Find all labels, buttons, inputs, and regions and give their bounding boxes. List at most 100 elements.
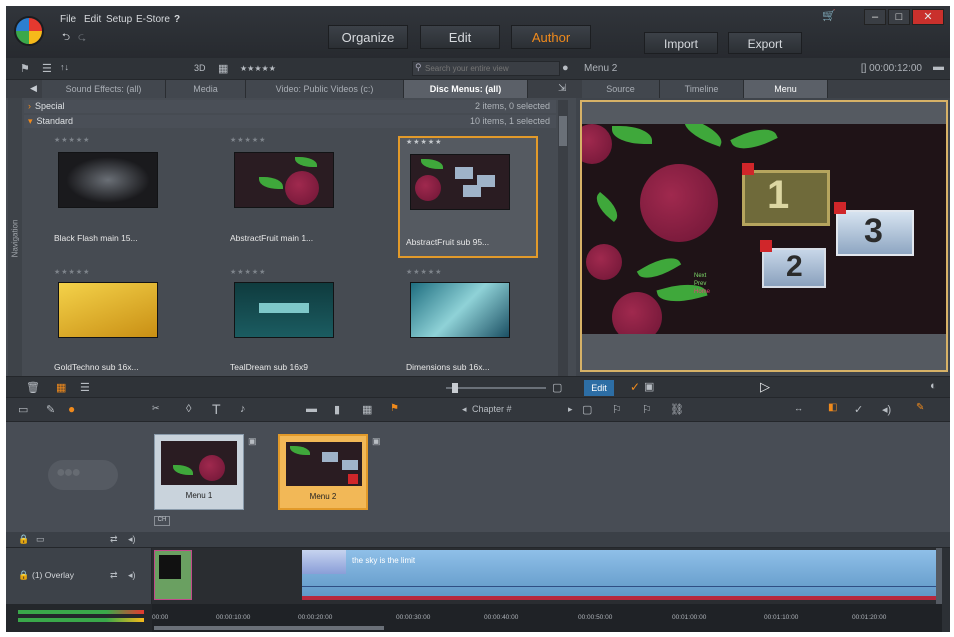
chapter-add-icon[interactable]: ⚐ (612, 403, 622, 416)
tab-media[interactable]: Media (166, 80, 246, 98)
minimize-button[interactable]: – (864, 9, 886, 25)
safe-area-icon[interactable]: ▣ (644, 380, 654, 393)
tab-source[interactable]: Source (582, 80, 660, 98)
wand-icon[interactable]: ✎ (916, 402, 924, 413)
flag-icon[interactable]: ⚑ (390, 403, 399, 414)
menu-button-1[interactable]: 1 (742, 163, 830, 226)
tool-icon[interactable]: ✎ (46, 403, 55, 416)
tab-expand-icon[interactable]: ⇲ (558, 83, 566, 94)
menu-marker[interactable]: CH (154, 516, 170, 526)
details-view-icon[interactable]: ☰ (80, 381, 90, 394)
track-lock-icon[interactable]: 🔒 (18, 570, 29, 581)
group-standard[interactable]: ▾ Standard 10 items, 1 selected (24, 115, 556, 128)
maximize-button[interactable]: □ (888, 9, 910, 25)
list-view-icon[interactable]: ☰ (42, 62, 52, 75)
track-link-icon[interactable]: ⇄ (110, 534, 118, 545)
record-icon[interactable]: ● (68, 402, 75, 416)
library-item[interactable]: ★★★★★ Dimensions sub 16x... (398, 268, 538, 378)
edit-button[interactable]: Edit (420, 25, 500, 49)
thumbnail-view-icon[interactable]: ▦ (56, 381, 66, 394)
menu-canvas[interactable]: Next Prev Home 1 2 3 (582, 124, 946, 334)
menu-button-3[interactable]: 3 (834, 202, 914, 256)
item-rating[interactable]: ★★★★★ (406, 268, 442, 276)
library-item[interactable]: ★★★★★ AbstractFruit main 1... (222, 136, 362, 254)
menu-file[interactable]: File (60, 14, 76, 25)
tab-disc-menus[interactable]: Disc Menus: (all) (404, 80, 528, 98)
zoom-slider[interactable] (446, 383, 546, 393)
chapter-link-icon[interactable]: ⛓ (670, 403, 684, 416)
timeline-scrollbar[interactable] (154, 626, 384, 630)
library-scrollbar[interactable] (558, 100, 568, 376)
library-pin-icon[interactable]: ⚑ (20, 62, 30, 75)
previous-chapter-icon[interactable]: ◂ (462, 404, 467, 415)
edit-menu-button[interactable]: Edit (584, 380, 614, 396)
snapshot-icon[interactable]: ◐ (930, 380, 937, 392)
snap-icon[interactable]: ▦ (362, 403, 372, 416)
redo-icon[interactable]: ⮎ (78, 30, 86, 47)
clear-search-icon[interactable]: ● (562, 62, 569, 74)
marker-icon[interactable]: ◊ (186, 403, 191, 415)
sort-icon[interactable]: ↑↓ (60, 62, 69, 72)
tab-menu[interactable]: Menu (744, 80, 828, 98)
item-rating[interactable]: ★★★★★ (406, 138, 442, 146)
trash-icon[interactable]: 🗑 (26, 381, 40, 394)
title-icon[interactable]: T (212, 401, 221, 417)
audio-clip[interactable]: the sky is the limit (302, 550, 942, 600)
menu-button-2[interactable]: 2 (760, 240, 826, 288)
tab-video[interactable]: Video: Public Videos (c:) (246, 80, 404, 98)
organize-button[interactable]: Organize (328, 25, 408, 49)
chapter-remove-icon[interactable]: ⚐ (642, 403, 652, 416)
fullscreen-icon[interactable]: ▬ (933, 61, 944, 73)
tab-timeline[interactable]: Timeline (660, 80, 744, 98)
lock-icon[interactable]: 🔒 (18, 534, 29, 545)
undo-icon[interactable]: ⮌ (62, 30, 70, 47)
checkmark-icon[interactable]: ✓ (630, 380, 640, 394)
library-item[interactable]: ★★★★★ GoldTechno sub 16x... (46, 268, 186, 378)
clip-thumbnail[interactable] (154, 550, 192, 600)
speaker-icon[interactable]: ◂) (882, 403, 891, 416)
menu-setup[interactable]: Setup (106, 14, 132, 25)
trim-icon[interactable]: ▮ (334, 403, 340, 416)
item-rating[interactable]: ★★★★★ (54, 136, 90, 144)
tab-sound-effects[interactable]: Sound Effects: (all) (42, 80, 166, 98)
menu-card-2[interactable]: Menu 2 (278, 434, 368, 510)
play-icon[interactable]: ▷ (760, 379, 770, 395)
chapter-box-icon[interactable]: ▢ (582, 403, 592, 416)
library-item-selected[interactable]: ★★★★★ AbstractFruit sub 95... (398, 136, 538, 258)
split-icon[interactable]: ↔ (794, 403, 803, 413)
track-scrollbar[interactable] (936, 548, 942, 604)
library-item[interactable]: ★★★★★ TealDream sub 16x9 (222, 268, 362, 378)
close-button[interactable]: ✕ (912, 9, 944, 25)
fit-icon[interactable]: ▢ (552, 381, 562, 394)
track-mute-icon[interactable]: ◂) (128, 570, 136, 581)
rating-filter[interactable]: ★★★★★ (240, 64, 276, 73)
export-button[interactable]: Export (728, 32, 802, 54)
navigation-sidebar[interactable]: Navigation (8, 98, 22, 378)
author-button[interactable]: Author (511, 25, 591, 49)
volume-icon[interactable]: ◧ (828, 402, 837, 413)
storyboard-icon[interactable]: ▭ (18, 403, 28, 416)
film-icon[interactable]: ▬ (306, 403, 317, 415)
import-button[interactable]: Import (644, 32, 718, 54)
audio-icon[interactable]: ♪ (240, 403, 246, 415)
menu-estore[interactable]: E-Store (136, 14, 170, 25)
tab-scroll-left-icon[interactable]: ◀ (30, 83, 37, 94)
razor-icon[interactable]: ✂ (152, 403, 160, 414)
help-icon[interactable]: ? (174, 14, 180, 25)
menu-card-1[interactable]: Menu 1 (154, 434, 244, 510)
item-rating[interactable]: ★★★★★ (230, 136, 266, 144)
track-sync-icon[interactable]: ⇄ (110, 570, 118, 581)
time-ruler[interactable]: 00:00 00:00:10:00 00:00:20:00 00:00:30:0… (152, 604, 942, 632)
checkmark-tool-icon[interactable]: ✓ (854, 403, 863, 416)
group-special[interactable]: › Special 2 items, 0 selected (24, 100, 556, 113)
menu-1-settings-icon[interactable]: ▣ (248, 436, 257, 447)
track-audio-icon[interactable]: ◂) (128, 534, 136, 545)
track-video-icon[interactable]: ▭ (36, 534, 45, 545)
grid-view-icon[interactable]: ▦ (218, 62, 228, 75)
item-rating[interactable]: ★★★★★ (230, 268, 266, 276)
library-item[interactable]: ★★★★★ Black Flash main 15... (46, 136, 186, 254)
view-3d-toggle[interactable]: 3D (194, 63, 206, 73)
item-rating[interactable]: ★★★★★ (54, 268, 90, 276)
menu-2-settings-icon[interactable]: ▣ (372, 436, 381, 447)
menu-edit[interactable]: Edit (84, 14, 101, 25)
